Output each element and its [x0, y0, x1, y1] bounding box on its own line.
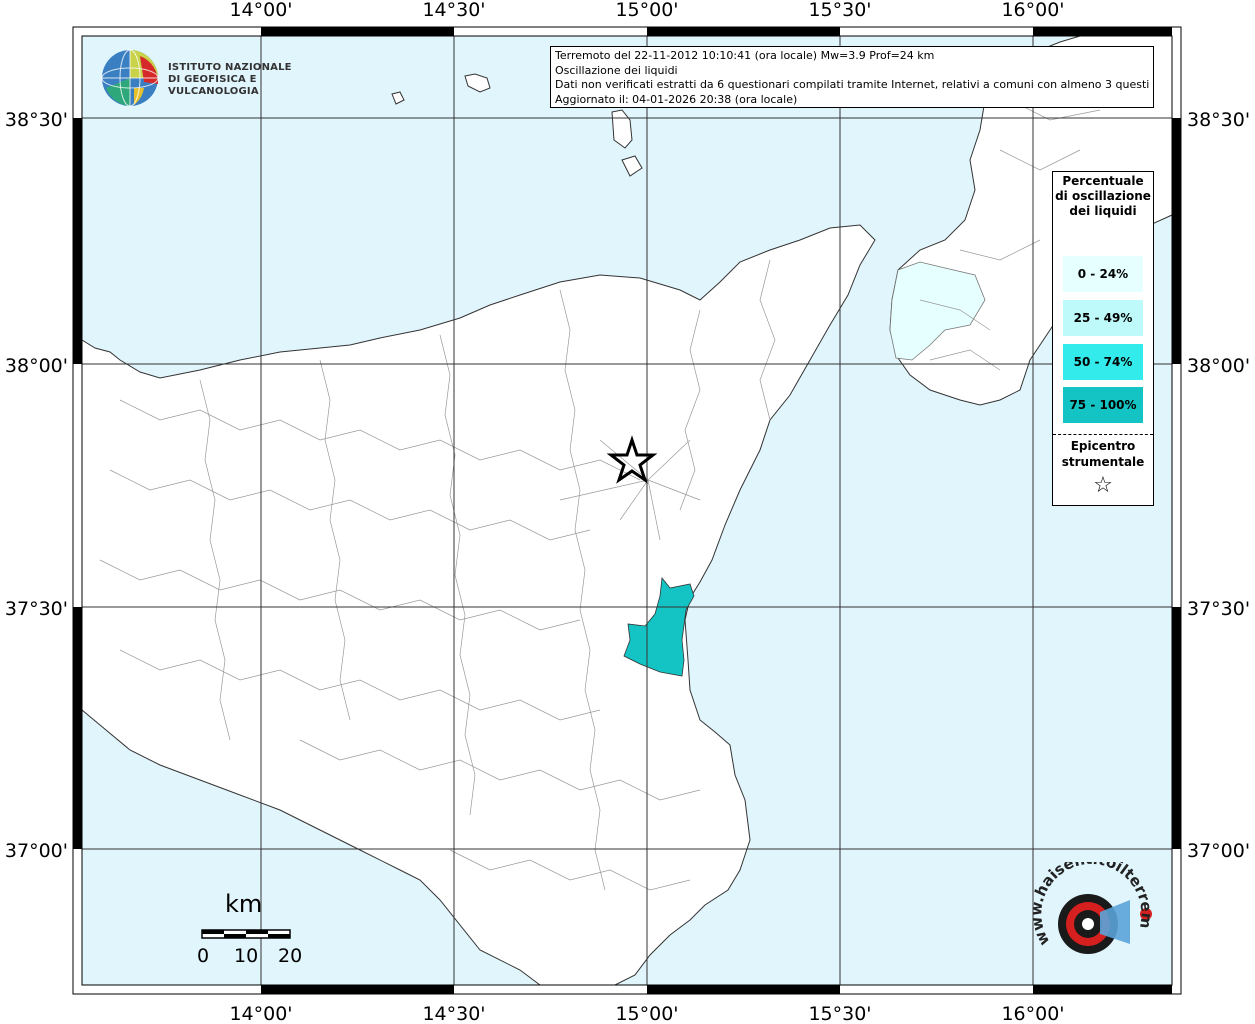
- lat-label-left: 37°00': [5, 840, 68, 862]
- lon-label-top: 15°00': [615, 0, 678, 21]
- lon-label-top: 14°30': [422, 0, 485, 21]
- lon-label-top: 16°00': [1001, 0, 1064, 21]
- legend-item: 75 - 100%: [1063, 387, 1143, 423]
- globe-icon: [101, 49, 159, 107]
- legend-epicenter-label: Epicentro strumentale: [1061, 439, 1145, 469]
- lat-label-left: 37°30': [5, 598, 68, 620]
- ingv-line1: ISTITUTO NAZIONALE: [168, 62, 292, 73]
- ingv-logo: ISTITUTO NAZIONALE DI GEOFISICA E VULCAN…: [100, 48, 340, 110]
- scale-ruler: [201, 929, 291, 939]
- ingv-name: ISTITUTO NAZIONALE DI GEOFISICA E VULCAN…: [168, 62, 340, 98]
- lon-label-bottom: 14°00': [229, 1003, 292, 1024]
- lat-label-right: 37°30': [1187, 598, 1250, 620]
- lon-label-top: 14°00': [229, 0, 292, 21]
- lon-label-bottom: 16°00': [1001, 1003, 1064, 1024]
- event-info-box: Terremoto del 22-11-2012 10:10:41 (ora l…: [550, 46, 1154, 108]
- event-title: Terremoto del 22-11-2012 10:10:41 (ora l…: [555, 49, 935, 62]
- scale-label: 10: [234, 945, 259, 967]
- star-icon: ☆: [1093, 473, 1113, 498]
- target-icon: www.haisentitoilterremoto.it: [1025, 848, 1156, 954]
- lon-label-bottom: 14°30': [422, 1003, 485, 1024]
- legend-item: 25 - 49%: [1063, 300, 1143, 336]
- scale-label: 0: [197, 945, 210, 967]
- legend-separator: [1053, 434, 1153, 435]
- lon-label-bottom: 15°30': [808, 1003, 871, 1024]
- scale-bar: km 0 10 20: [195, 890, 305, 970]
- event-note: Dati non verificati estratti da 6 questi…: [555, 78, 1149, 91]
- legend: Percentuale di oscillazione dei liquidi …: [1052, 171, 1154, 506]
- scale-label: 20: [278, 945, 303, 967]
- legend-item: 50 - 74%: [1063, 344, 1143, 380]
- lat-label-right: 38°30': [1187, 109, 1250, 131]
- lat-label-right: 38°00': [1187, 355, 1250, 377]
- event-updated: Aggiornato il: 04-01-2026 20:38 (ora loc…: [555, 92, 798, 106]
- ingv-line2: DI GEOFISICA E VULCANOLOGIA: [168, 74, 259, 97]
- lon-label-bottom: 15°00': [615, 1003, 678, 1024]
- lat-label-right: 37°00': [1187, 840, 1250, 862]
- lat-label-left: 38°00': [5, 355, 68, 377]
- lon-label-top: 15°30': [808, 0, 871, 21]
- lat-label-left: 38°30': [5, 109, 68, 131]
- event-subtitle: Oscillazione dei liquidi: [555, 63, 678, 77]
- haisentito-logo: www.haisentitoilterremoto.it: [1025, 848, 1166, 980]
- legend-item: 0 - 24%: [1063, 256, 1143, 292]
- scale-unit: km: [225, 890, 263, 918]
- legend-title: Percentuale di oscillazione dei liquidi: [1055, 174, 1151, 218]
